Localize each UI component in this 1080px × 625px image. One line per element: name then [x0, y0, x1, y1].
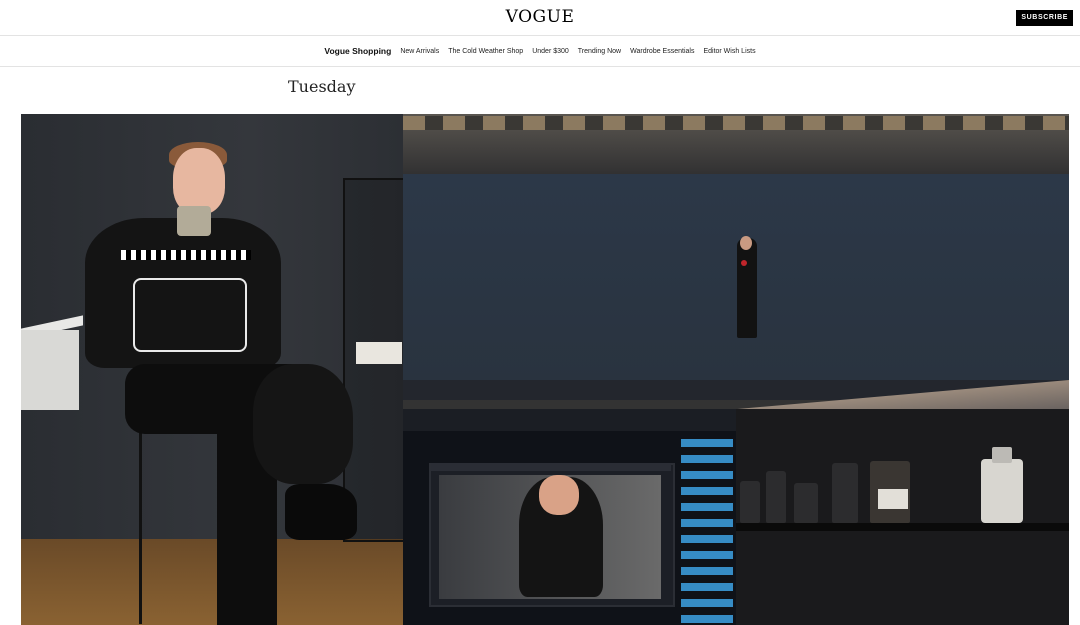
photo-shelf-box	[356, 342, 402, 364]
photo-bottle	[794, 483, 818, 523]
photo-laptop-topbar	[403, 409, 736, 431]
photo-call-window-bar	[431, 463, 671, 471]
photo-sweater-checks	[121, 250, 251, 260]
photo-person-with-dog[interactable]	[21, 114, 403, 625]
nav-item-wardrobe-essentials[interactable]: Wardrobe Essentials	[630, 48, 694, 55]
photo-boots	[285, 484, 357, 540]
photo-grid	[21, 114, 1069, 625]
photo-bottle-light	[981, 459, 1023, 523]
photo-perfume-shelf[interactable]	[736, 409, 1069, 625]
photo-wall	[403, 174, 1069, 380]
nav-item-trending-now[interactable]: Trending Now	[578, 48, 621, 55]
nav-item-vogue-shopping[interactable]: Vogue Shopping	[324, 46, 391, 56]
photo-head	[173, 148, 225, 214]
photo-bottle-cap	[992, 447, 1012, 463]
photo-bottle-label	[878, 489, 908, 509]
photo-mug	[177, 206, 211, 236]
photo-bottle	[766, 471, 786, 523]
nav-item-editor-wish-lists[interactable]: Editor Wish Lists	[703, 48, 755, 55]
nav-item-cold-weather-shop[interactable]: The Cold Weather Shop	[448, 48, 523, 55]
photo-windows	[403, 116, 1069, 130]
photo-side-apps	[681, 439, 733, 625]
subscribe-button[interactable]: SUBSCRIBE	[1016, 10, 1073, 26]
photo-walker-heart	[741, 260, 747, 266]
photo-desk-side	[21, 330, 79, 410]
photo-walker	[737, 238, 757, 338]
site-header: VOGUE SUBSCRIBE	[0, 0, 1080, 36]
photo-walker-head	[740, 236, 752, 250]
vogue-logo[interactable]: VOGUE	[0, 7, 1080, 27]
shopping-nav: Vogue Shopping New Arrivals The Cold Wea…	[0, 36, 1080, 67]
photo-street-wall[interactable]	[403, 114, 1069, 409]
day-title: Tuesday	[288, 77, 356, 96]
photo-video-call[interactable]	[403, 409, 736, 625]
photo-bottle	[832, 463, 858, 523]
nav-item-new-arrivals[interactable]: New Arrivals	[400, 48, 439, 55]
nav-item-under-300[interactable]: Under $300	[532, 48, 569, 55]
photo-shelf	[736, 523, 1069, 531]
photo-sweater-print	[133, 278, 247, 352]
photo-dog	[253, 364, 353, 484]
photo-bottle	[740, 481, 760, 523]
photo-caller-face	[539, 475, 579, 515]
